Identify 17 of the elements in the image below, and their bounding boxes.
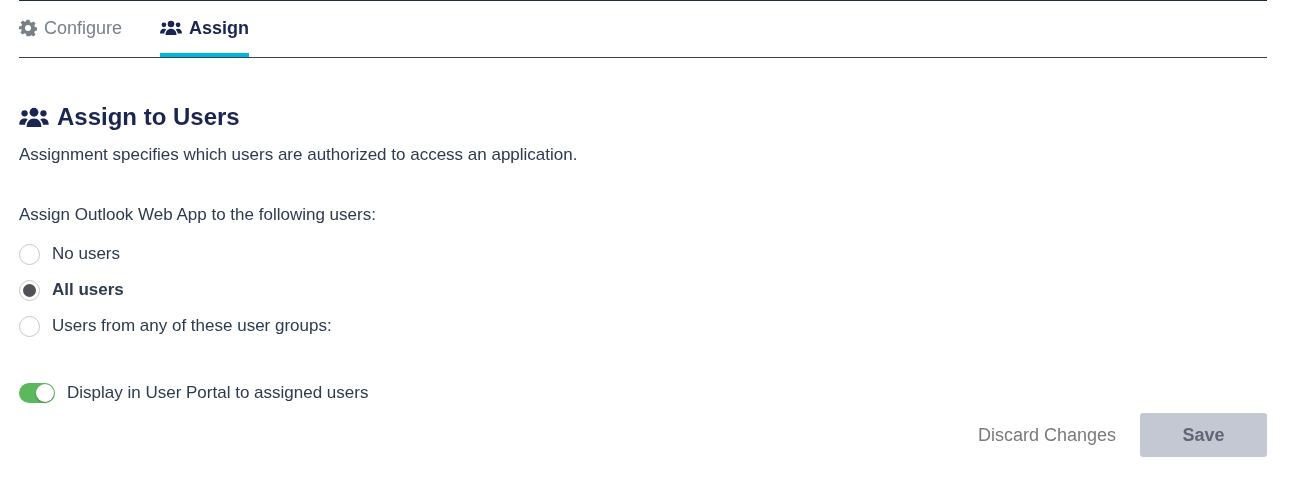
radio-label: All users xyxy=(52,280,124,300)
assign-prompt: Assign Outlook Web App to the following users: xyxy=(19,205,377,225)
radio-button[interactable] xyxy=(19,279,40,301)
radio-button[interactable] xyxy=(19,315,40,337)
toggle-label: Display in User Portal to assigned users xyxy=(67,383,369,403)
radio-label: Users from any of these user groups: xyxy=(52,316,332,336)
toggle-switch[interactable] xyxy=(19,383,55,403)
tab[interactable]: Configure xyxy=(19,1,123,57)
gear-icon xyxy=(19,19,37,37)
radio-button[interactable] xyxy=(19,243,40,265)
title-text: Assign to Users xyxy=(57,103,240,131)
description: Assignment specifies which users are authorized to access an application. xyxy=(19,145,579,165)
radio-label: No users xyxy=(52,244,121,264)
tab[interactable]: Assign xyxy=(160,1,250,57)
users-icon xyxy=(160,20,183,36)
discard-changes-link[interactable]: Discard Changes xyxy=(977,424,1116,446)
users-icon xyxy=(19,106,49,128)
